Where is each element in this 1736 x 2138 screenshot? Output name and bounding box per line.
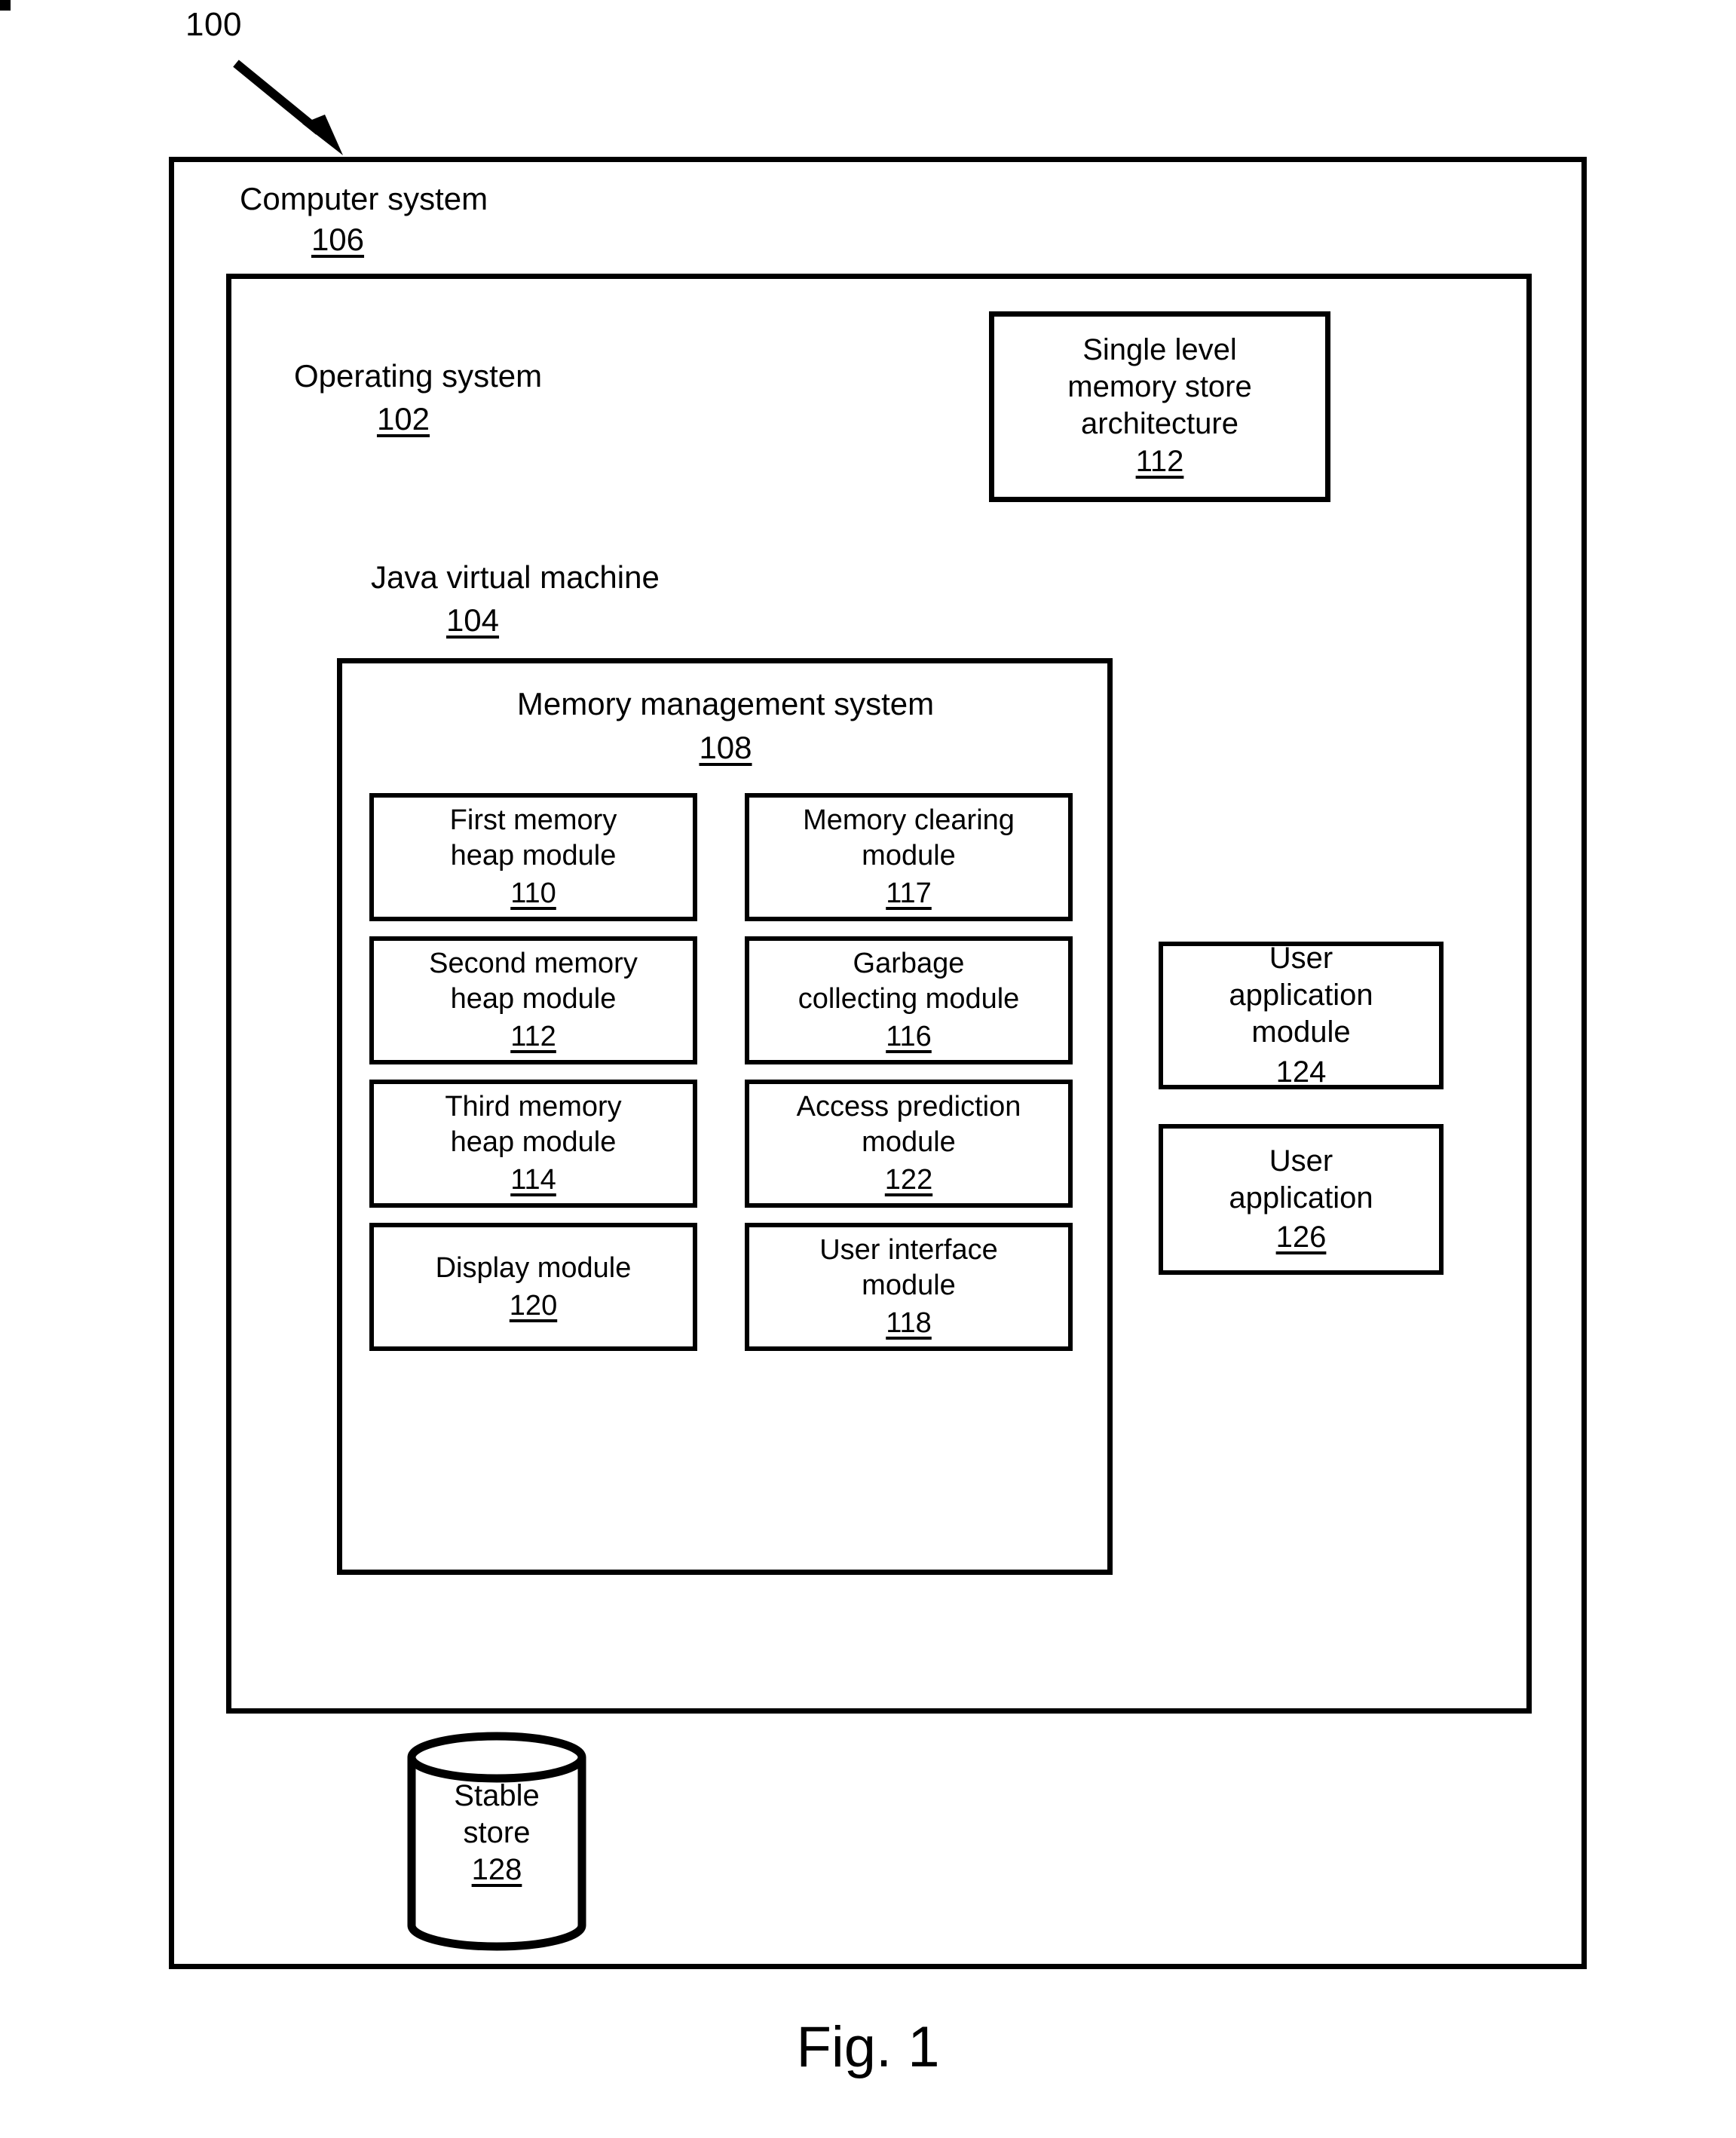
memory-clearing-module-ref: 117 — [886, 878, 932, 910]
third-memory-heap-module-ref: 114 — [510, 1164, 556, 1196]
second-memory-heap-module-box[interactable]: Second memory heap module 112 — [369, 936, 697, 1064]
garbage-collecting-module-label: Garbage collecting module — [798, 948, 1020, 1015]
stable-store-label: Stable store — [454, 1779, 540, 1849]
user-interface-module-label: User interface module — [819, 1234, 998, 1301]
display-module-ref: 120 — [509, 1290, 558, 1322]
stable-store-text-group: Stable store 128 — [407, 1778, 586, 1888]
second-memory-heap-module-label: Second memory heap module — [429, 948, 638, 1015]
user-application-box[interactable]: User application 126 — [1159, 1124, 1444, 1275]
user-interface-module-box[interactable]: User interface module 118 — [745, 1223, 1073, 1351]
operating-system-label: Operating system — [294, 358, 543, 394]
user-application-label: User application — [1229, 1144, 1373, 1214]
access-prediction-module-ref: 122 — [884, 1164, 933, 1196]
single-level-memory-store-architecture-ref: 112 — [1135, 445, 1184, 479]
figure-caption: Fig. 1 — [796, 2015, 940, 2079]
memory-clearing-module-box[interactable]: Memory clearing module 117 — [745, 793, 1073, 921]
display-module-label: Display module — [435, 1251, 632, 1284]
figure-callout-number: 100 — [185, 6, 242, 43]
memory-management-system-label: Memory management system — [516, 686, 935, 721]
garbage-collecting-module-box[interactable]: Garbage collecting module 116 — [745, 936, 1073, 1064]
third-memory-heap-module-box[interactable]: Third memory heap module 114 — [369, 1080, 697, 1208]
user-application-module-ref: 124 — [1275, 1055, 1327, 1089]
user-application-module-label: User application module — [1229, 942, 1373, 1049]
single-level-memory-store-architecture-label: Single level memory store architecture — [1067, 333, 1252, 440]
operating-system-ref: 102 — [376, 401, 430, 436]
user-interface-module-ref: 118 — [886, 1307, 932, 1340]
callout-arrow-icon — [230, 59, 351, 157]
display-module-box[interactable]: Display module 120 — [369, 1223, 697, 1351]
garbage-collecting-module-ref: 116 — [886, 1021, 932, 1053]
first-memory-heap-module-ref: 110 — [510, 878, 556, 910]
first-memory-heap-module-box[interactable]: First memory heap module 110 — [369, 793, 697, 921]
user-application-module-box[interactable]: User application module 124 — [1159, 942, 1444, 1089]
single-level-memory-store-architecture-box: Single level memory store architecture 1… — [989, 311, 1330, 502]
access-prediction-module-box[interactable]: Access prediction module 122 — [745, 1080, 1073, 1208]
second-memory-heap-module-ref: 112 — [510, 1021, 556, 1053]
memory-clearing-module-label: Memory clearing module — [803, 804, 1015, 871]
computer-system-ref: 106 — [311, 222, 365, 257]
access-prediction-module-label: Access prediction module — [796, 1091, 1021, 1158]
java-virtual-machine-label: Java virtual machine — [371, 559, 660, 595]
stable-store-ref: 128 — [471, 1852, 522, 1886]
third-memory-heap-module-label: Third memory heap module — [445, 1091, 622, 1158]
user-application-ref: 126 — [1275, 1221, 1327, 1254]
java-virtual-machine-ref: 104 — [445, 602, 500, 638]
first-memory-heap-module-label: First memory heap module — [449, 804, 617, 871]
java-virtual-machine-container — [0, 0, 11, 11]
memory-management-system-ref: 108 — [699, 730, 752, 765]
computer-system-label: Computer system — [240, 181, 488, 216]
